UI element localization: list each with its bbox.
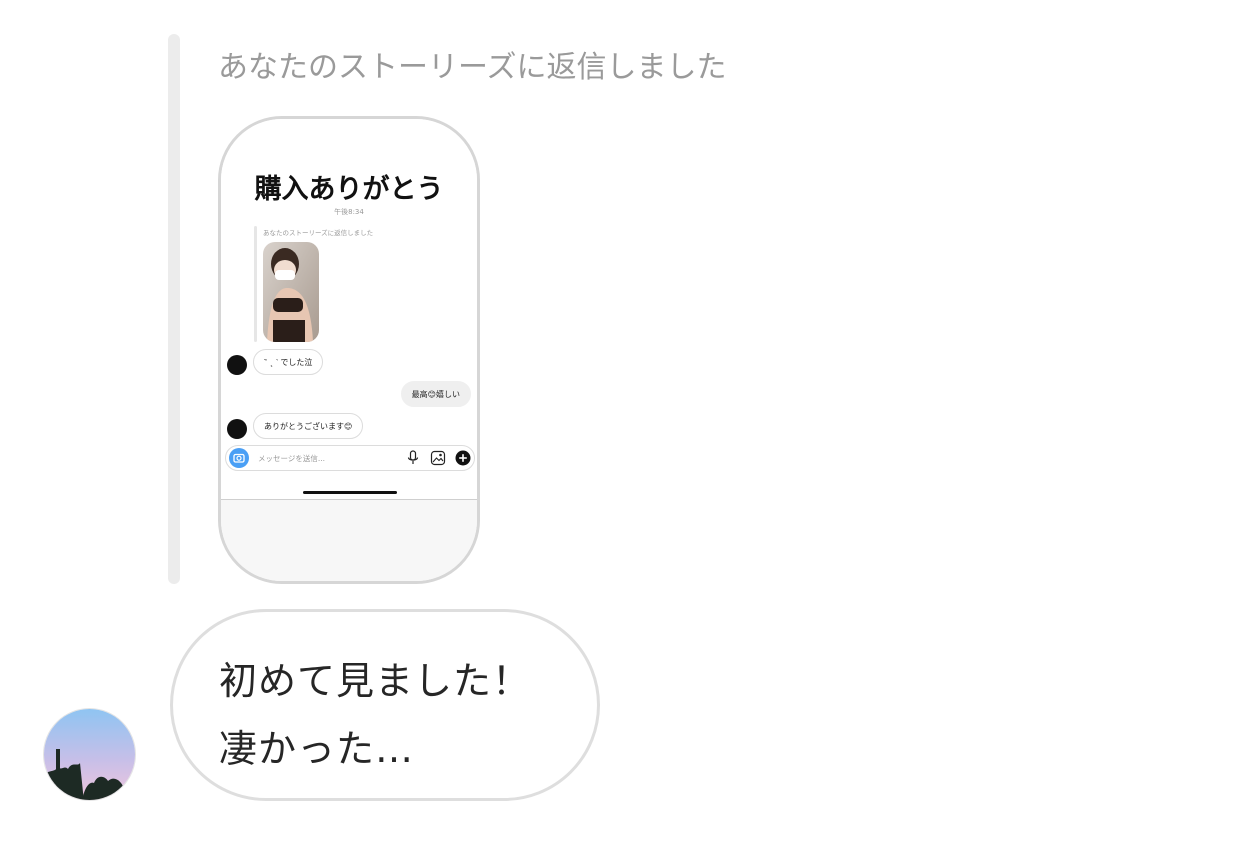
mini-input-placeholder: メッセージを送信... [258,454,326,463]
mini-message-received: ‶ ˛ ‵ でした泣 [253,349,324,375]
microphone-icon [406,450,420,466]
story-preview[interactable]: 購入ありがとう 午後8:34 あなたのストーリーズに返信しました ‶ ˛ ‵ で… [218,116,480,584]
reply-indicator-bar [168,34,180,584]
message-line: 凄かった… [219,727,415,771]
mini-message-input: メッセージを送信... [225,445,475,471]
mini-message-received: ありがとうございます😊 [253,413,364,439]
mini-reply-header: あなたのストーリーズに返信しました [263,229,374,237]
mini-avatar [227,355,247,375]
story-title: 購入ありがとう [254,174,444,205]
message-bubble[interactable]: 初めて見ました！ 凄かった… [170,609,600,801]
message-line: 初めて見ました！ [219,659,532,703]
plus-icon [455,450,471,466]
story-timestamp: 午後8:34 [334,208,364,216]
gallery-icon [430,450,446,466]
mini-bottom-area [221,500,477,581]
camera-icon [229,448,249,468]
home-indicator [303,491,397,494]
mini-avatar [227,419,247,439]
story-screenshot: 購入ありがとう 午後8:34 あなたのストーリーズに返信しました ‶ ˛ ‵ で… [221,119,477,581]
reply-header: あなたのストーリーズに返信しました [218,50,727,85]
mini-message-sent: 最高😊嬉しい [400,381,471,407]
mini-reply-bar [254,226,257,342]
mini-story-photo [263,242,319,342]
sender-avatar[interactable] [43,708,136,801]
